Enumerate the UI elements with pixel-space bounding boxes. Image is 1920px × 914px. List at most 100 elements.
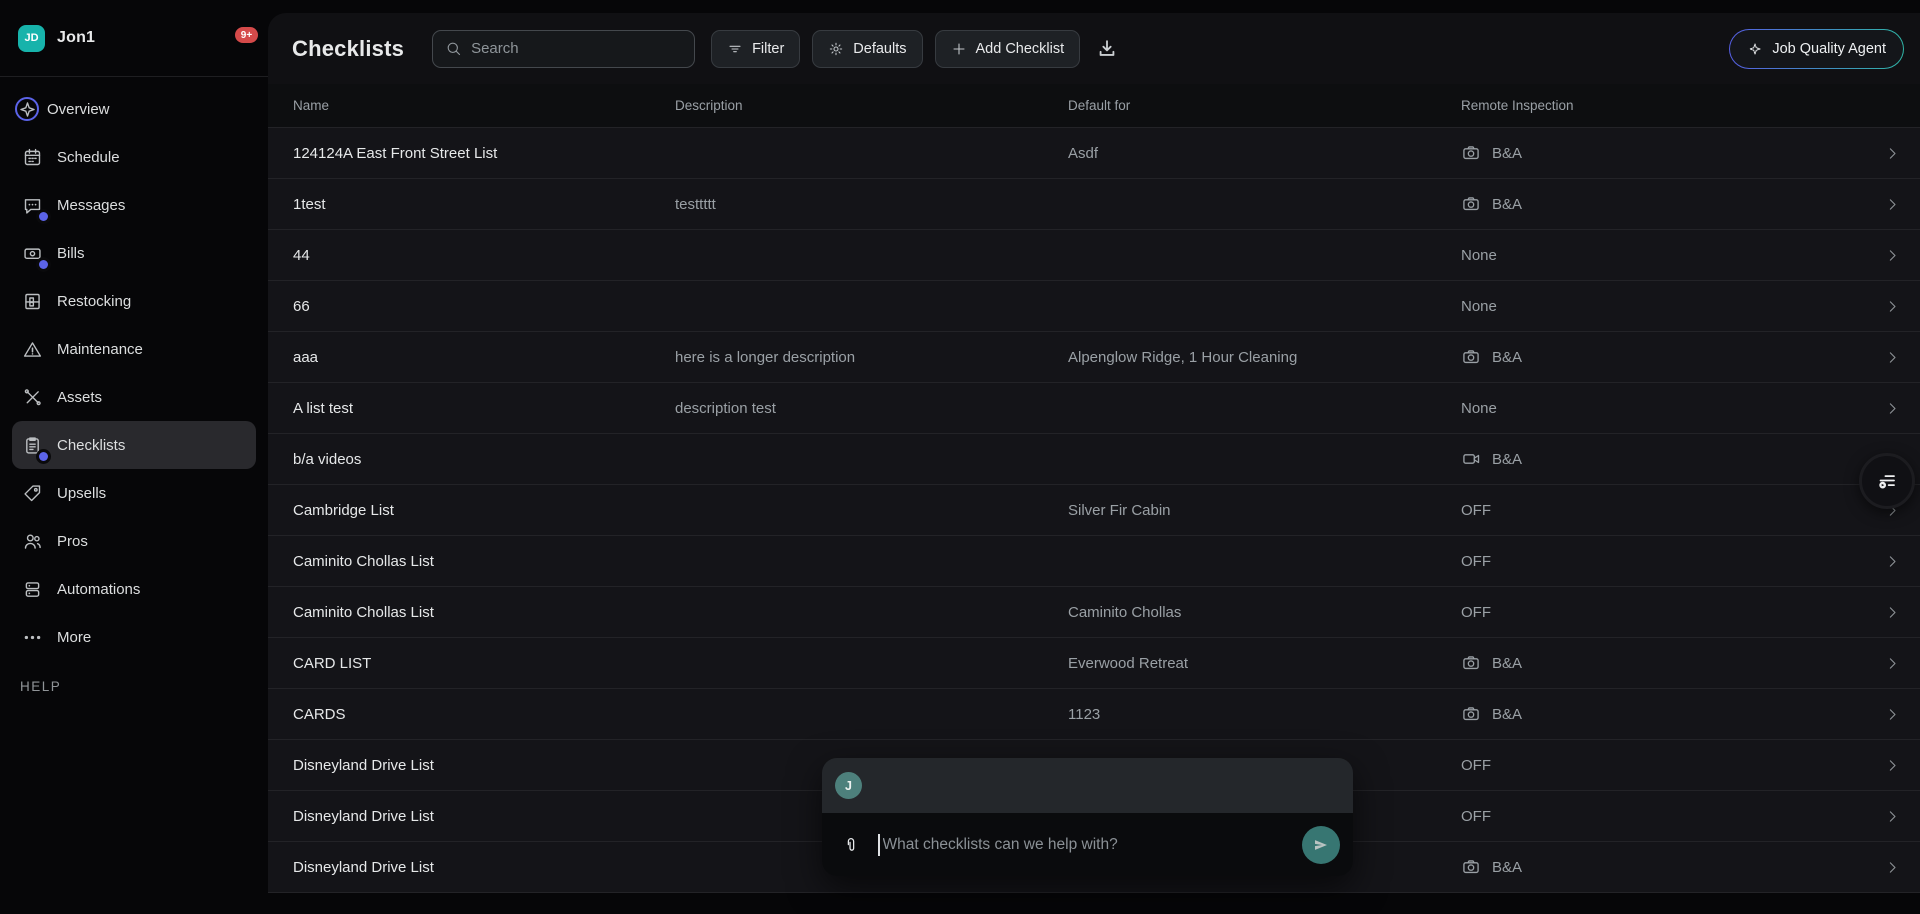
table-row[interactable]: 44 None [268,230,1920,281]
row-remote-inspection: B&A [1461,857,1864,877]
chevron-right-icon[interactable] [1864,247,1920,264]
table-row[interactable]: aaa here is a longer description Alpengl… [268,332,1920,383]
paperclip-icon[interactable] [842,835,860,855]
user-avatar[interactable]: JD [18,25,45,52]
row-remote-inspection: None [1461,298,1864,315]
table-row[interactable]: CARDS 1123 B&A [268,689,1920,740]
row-name: 44 [293,247,675,264]
row-remote-inspection: OFF [1461,604,1864,621]
download-button[interactable] [1096,38,1118,60]
chevron-right-icon[interactable] [1864,196,1920,213]
sidebar-item-maintenance[interactable]: Maintenance [12,325,256,373]
chevron-right-icon[interactable] [1864,604,1920,621]
video-icon [1461,449,1481,469]
row-name: b/a videos [293,451,675,468]
column-header-name: Name [293,98,675,113]
table-row[interactable]: Cambridge List Silver Fir Cabin OFF [268,485,1920,536]
row-description: testtttt [675,196,1068,213]
chevron-right-icon[interactable] [1864,757,1920,774]
sidebar-item-assets[interactable]: Assets [12,373,256,421]
camera-icon [1461,143,1481,163]
sidebar-item-overview[interactable]: Overview [12,85,256,133]
row-name: Disneyland Drive List [293,859,675,876]
row-remote-inspection: B&A [1461,194,1864,214]
sidebar-item-restocking[interactable]: Restocking [12,277,256,325]
row-default-for: Alpenglow Ridge, 1 Hour Cleaning [1068,349,1461,366]
table-row[interactable]: A list test description test None [268,383,1920,434]
agent-tasks-floating-button[interactable] [1859,453,1915,509]
search-box [432,30,695,68]
column-header-description: Description [675,98,1068,113]
notification-dot [39,452,48,461]
row-name: 66 [293,298,675,315]
row-name: 1test [293,196,675,213]
chevron-right-icon[interactable] [1864,298,1920,315]
sidebar-item-schedule[interactable]: Schedule [12,133,256,181]
agent-list-icon [1874,468,1900,494]
row-remote-inspection: OFF [1461,808,1864,825]
sidebar-item-upsells[interactable]: Upsells [12,469,256,517]
sidebar-item-label: Messages [57,197,125,214]
sidebar-item-label: Bills [57,245,85,262]
chat-input[interactable] [883,836,1303,854]
sidebar-header: JD Jon1 9+ [0,0,268,77]
defaults-button[interactable]: Defaults [812,30,922,68]
column-header-default-for: Default for [1068,98,1461,113]
sidebar: JD Jon1 9+ Overview Schedule Messages Bi… [0,0,268,914]
row-name: aaa [293,349,675,366]
sidebar-item-label: Automations [57,581,140,598]
filter-button[interactable]: Filter [711,30,800,68]
row-remote-inspection: None [1461,400,1864,417]
chevron-right-icon[interactable] [1864,706,1920,723]
add-checklist-button[interactable]: Add Checklist [935,30,1081,68]
pros-icon [22,531,43,552]
table-row[interactable]: 66 None [268,281,1920,332]
upsells-icon [22,483,43,504]
search-icon [445,40,462,57]
sidebar-item-label: Overview [47,101,110,118]
chat-avatar: J [835,772,862,799]
job-quality-agent-button[interactable]: Job Quality Agent [1729,29,1904,69]
send-button[interactable] [1302,826,1340,864]
help-label: HELP [20,679,61,694]
table-row[interactable]: 124124A East Front Street List Asdf B&A [268,128,1920,179]
row-remote-inspection: None [1461,247,1864,264]
chat-widget: J [822,758,1353,876]
sidebar-item-more[interactable]: More [12,613,256,661]
chevron-right-icon[interactable] [1864,400,1920,417]
sidebar-item-label: Checklists [57,437,125,454]
table-row[interactable]: CARD LIST Everwood Retreat B&A [268,638,1920,689]
search-input[interactable] [471,40,682,57]
calendar-icon [22,147,43,168]
chat-header: J [822,758,1353,813]
sidebar-item-label: Restocking [57,293,131,310]
notification-dot [39,212,48,221]
table-row[interactable]: b/a videos B&A [268,434,1920,485]
help-toggle[interactable]: HELP [20,679,268,694]
sidebar-item-pros[interactable]: Pros [12,517,256,565]
row-default-for: Silver Fir Cabin [1068,502,1461,519]
sidebar-item-checklists[interactable]: Checklists [12,421,256,469]
chevron-right-icon[interactable] [1864,655,1920,672]
table-row[interactable]: Caminito Chollas List Caminito Chollas O… [268,587,1920,638]
camera-icon [1461,653,1481,673]
row-remote-inspection: B&A [1461,653,1864,673]
chevron-right-icon[interactable] [1864,553,1920,570]
row-name: Caminito Chollas List [293,553,675,570]
sidebar-item-label: Pros [57,533,88,550]
sidebar-item-messages[interactable]: Messages [12,181,256,229]
chevron-right-icon[interactable] [1864,349,1920,366]
table-row[interactable]: 1test testtttt B&A [268,179,1920,230]
user-name[interactable]: Jon1 [57,29,95,47]
row-remote-inspection: OFF [1461,757,1864,774]
table-row[interactable]: Caminito Chollas List OFF [268,536,1920,587]
text-cursor [878,834,880,856]
chevron-right-icon[interactable] [1864,145,1920,162]
row-name: CARD LIST [293,655,675,672]
sidebar-item-automations[interactable]: Automations [12,565,256,613]
sidebar-item-bills[interactable]: Bills [12,229,256,277]
assets-icon [22,387,43,408]
chevron-right-icon[interactable] [1864,808,1920,825]
row-remote-inspection: B&A [1461,143,1864,163]
chevron-right-icon[interactable] [1864,859,1920,876]
